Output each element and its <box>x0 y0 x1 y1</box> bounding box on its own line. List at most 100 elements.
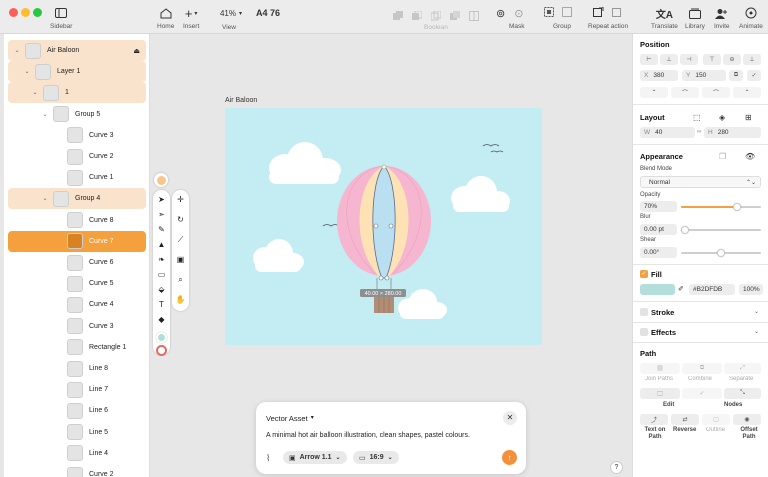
layer-row[interactable]: ⌄ Layer 1 <box>8 61 146 83</box>
layer-row[interactable]: Curve 5 <box>8 273 146 294</box>
height-field[interactable]: H 280 <box>704 127 761 138</box>
help-button[interactable]: ? <box>610 461 623 474</box>
repeat-action-button[interactable]: Repeat action <box>588 5 628 30</box>
shear-field[interactable]: 0.00° <box>640 247 677 258</box>
blur-slider-knob[interactable] <box>681 226 689 234</box>
move-icon[interactable]: ✛ <box>175 194 186 205</box>
insert-button[interactable]: + ▾ Insert <box>183 5 199 31</box>
opacity-slider[interactable] <box>681 203 761 211</box>
eye-icon[interactable]: 👁 <box>745 152 755 161</box>
vector-pen-icon[interactable]: ▲ <box>156 239 167 250</box>
layout-grid-icon[interactable]: ⊞ <box>745 113 752 122</box>
join-paths-icon[interactable]: ⛓ <box>640 363 680 374</box>
home-button[interactable]: Home <box>157 5 174 30</box>
translate-button[interactable]: 文A Translate <box>651 5 678 31</box>
nodes-icon[interactable]: ⤡ <box>724 388 761 399</box>
align-bottom-icon[interactable]: ⊥ <box>743 54 761 65</box>
hand-icon[interactable]: ✋ <box>175 294 186 305</box>
attach-icon[interactable]: ⌇ <box>266 453 270 464</box>
zoom-tool-icon[interactable]: ⌕ <box>175 274 186 285</box>
outline-icon[interactable]: ▢ <box>702 414 730 425</box>
separate-icon[interactable]: ⤢ <box>724 363 761 374</box>
zoom-window-button[interactable] <box>33 8 42 17</box>
brush-icon[interactable]: ❧ <box>156 254 167 265</box>
shear-slider-knob[interactable] <box>717 249 725 257</box>
pointer-icon[interactable]: ➤ <box>156 194 167 205</box>
stroke-checkbox[interactable] <box>640 308 648 316</box>
layer-row[interactable]: ⌄ Group 4 <box>8 188 146 210</box>
animate-button[interactable]: Animate <box>739 5 763 30</box>
fill-opacity-field[interactable]: 100% <box>739 284 763 295</box>
opacity-slider-knob[interactable] <box>733 203 741 211</box>
chevron-down-icon[interactable]: ⌄ <box>40 195 50 202</box>
x-field[interactable]: X 380 <box>640 70 678 81</box>
eraser-icon[interactable]: ◆ <box>156 314 167 325</box>
layer-row[interactable]: Curve 6 <box>8 252 146 273</box>
shear-slider[interactable] <box>681 249 761 257</box>
close-icon[interactable]: ✕ <box>503 411 517 425</box>
blend-mode-select[interactable]: Normal ⌃⌄ <box>640 176 761 188</box>
divide-icon[interactable] <box>469 8 479 26</box>
link-icon[interactable]: ∞ <box>697 129 701 135</box>
constrain-icon[interactable]: ⧉ <box>729 70 743 81</box>
fill-hex-field[interactable]: #B2DFDB <box>689 284 735 295</box>
fill-color-swatch[interactable] <box>640 284 675 295</box>
offset-path-icon[interactable]: ◉ <box>733 414 761 425</box>
edit-check-icon[interactable]: ✓ <box>682 388 722 399</box>
ai-tool-button[interactable] <box>154 173 168 187</box>
layer-row[interactable]: Curve 2 <box>8 146 146 167</box>
view-label-button[interactable]: View <box>222 22 236 31</box>
fill-color-swatch[interactable] <box>156 332 167 343</box>
stroke-color-swatch[interactable] <box>156 345 167 356</box>
reverse-icon[interactable]: ⇄ <box>671 414 699 425</box>
pen-icon[interactable]: ✎ <box>156 224 167 235</box>
distribute-center-icon[interactable]: ⌒ <box>671 87 699 98</box>
lock-icon[interactable]: ⏏ <box>133 47 140 55</box>
layer-row[interactable]: Curve 8 <box>8 210 146 231</box>
align-right-icon[interactable]: ⊣ <box>680 54 698 65</box>
text-icon[interactable]: T <box>156 299 167 310</box>
layer-row[interactable]: Curve 3 <box>8 125 146 146</box>
layer-row[interactable]: Curve 7 <box>8 230 146 252</box>
layer-row[interactable]: Rectangle 1 <box>8 337 146 358</box>
exclude-icon[interactable] <box>450 8 460 26</box>
layer-row[interactable]: Curve 4 <box>8 294 146 315</box>
layout-frame-icon[interactable]: ⬚ <box>693 113 701 122</box>
layer-row[interactable]: Curve 3 <box>8 316 146 337</box>
layer-row[interactable]: Line 6 <box>8 400 146 421</box>
close-window-button[interactable] <box>9 8 18 17</box>
distribute-left-icon[interactable]: ⌃ <box>640 87 668 98</box>
rotate-icon[interactable]: ↻ <box>175 214 186 225</box>
text-on-path-icon[interactable]: ⤴ <box>640 414 668 425</box>
send-arrow-icon[interactable]: ↑ <box>502 450 517 465</box>
union-icon[interactable] <box>393 8 403 26</box>
copy-style-icon[interactable]: ❐ <box>719 152 726 161</box>
width-field[interactable]: W 40 <box>640 127 695 138</box>
layer-row[interactable]: Line 4 <box>8 443 146 464</box>
library-button[interactable]: Library <box>685 5 705 30</box>
knife-icon[interactable]: ⟋ <box>175 234 186 245</box>
opacity-field[interactable]: 70% <box>640 201 677 212</box>
subtract-icon[interactable] <box>412 8 423 26</box>
align-left-icon[interactable]: ⊢ <box>640 54 658 65</box>
effects-checkbox[interactable] <box>640 328 648 336</box>
layer-row[interactable]: Curve 1 <box>8 167 146 188</box>
node-pointer-icon[interactable]: ➣ <box>156 209 167 220</box>
align-center-h-icon[interactable]: ⊥ <box>660 54 678 65</box>
check-icon[interactable]: ✓ <box>747 70 761 81</box>
layer-row[interactable]: ⌄ 1 <box>8 82 146 104</box>
effects-chevron-icon[interactable]: ⌄ <box>754 328 759 335</box>
sidebar-toggle-button[interactable]: Sidebar <box>50 5 72 30</box>
chevron-down-icon[interactable]: ⌄ <box>22 68 32 75</box>
rectangle-icon[interactable]: ▭ <box>156 269 167 280</box>
stroke-chevron-icon[interactable]: ⌄ <box>754 308 759 315</box>
layer-row[interactable]: ⌄ Group 5 <box>8 104 146 125</box>
layer-row[interactable]: Line 8 <box>8 358 146 379</box>
zoom-dropdown[interactable]: 41% ▾ <box>211 6 251 21</box>
edit-icon[interactable]: ⬚ <box>640 388 680 399</box>
eyedropper-icon[interactable]: ✐ <box>678 285 684 293</box>
layer-row[interactable]: Curve 2 <box>8 464 146 477</box>
y-field[interactable]: Y 150 <box>682 70 726 81</box>
blur-slider[interactable] <box>681 226 761 234</box>
distribute-vertical-icon[interactable]: ⌃ <box>733 87 761 98</box>
